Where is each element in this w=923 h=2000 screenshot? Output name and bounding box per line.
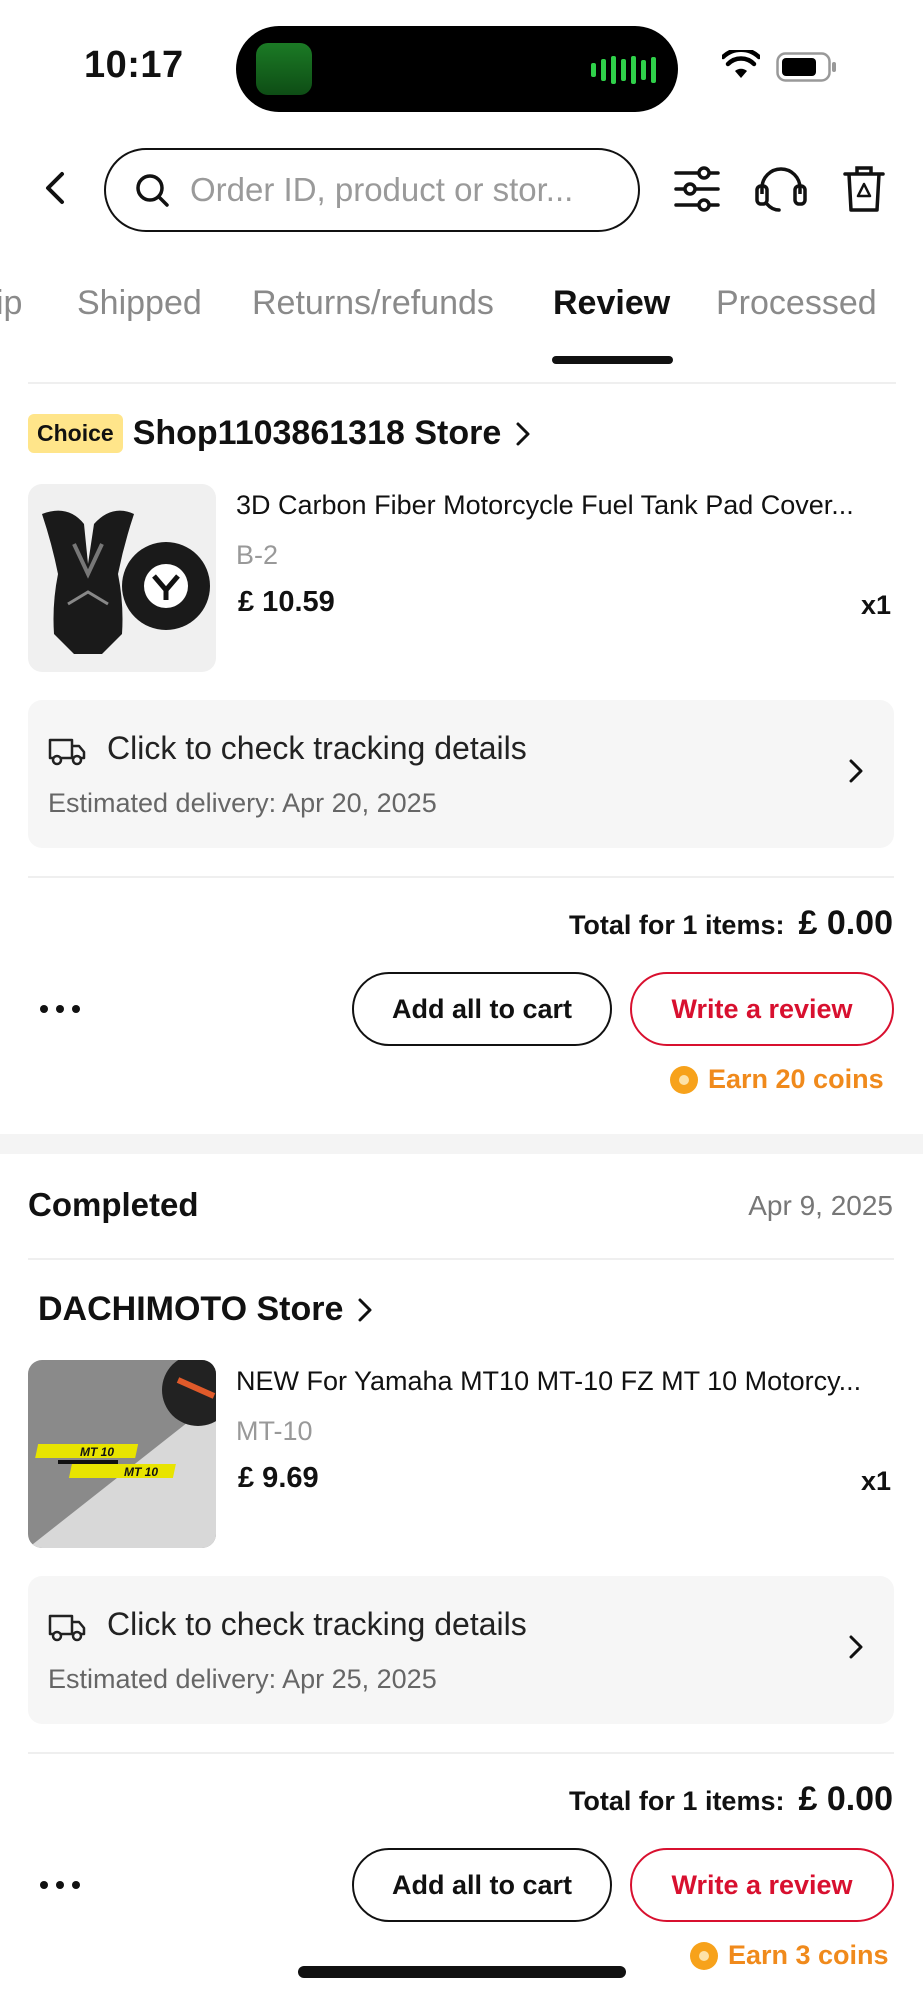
back-arrow-icon[interactable] bbox=[38, 168, 74, 208]
audio-bars-icon bbox=[591, 56, 656, 84]
filter-icon[interactable] bbox=[672, 164, 722, 214]
divider bbox=[28, 1752, 894, 1754]
tracking-title: Click to check tracking details bbox=[107, 1606, 527, 1642]
wifi-icon bbox=[722, 50, 760, 78]
customer-support-icon[interactable] bbox=[754, 164, 808, 214]
mt10-decal-image: MT 10 MT 10 bbox=[28, 1360, 216, 1548]
dynamic-island bbox=[236, 26, 678, 112]
divider bbox=[28, 876, 894, 878]
truck-icon bbox=[48, 1614, 86, 1642]
order-status: Completed bbox=[28, 1186, 199, 1223]
chevron-right-icon bbox=[849, 1635, 863, 1659]
order-status-tabs: ip Shipped Returns/refunds Review Proces… bbox=[0, 280, 923, 380]
tab-returns-refunds[interactable]: Returns/refunds bbox=[252, 284, 494, 323]
product-image[interactable]: MT 10 MT 10 bbox=[28, 1360, 216, 1548]
trash-icon[interactable] bbox=[842, 164, 886, 214]
more-options-icon[interactable] bbox=[38, 1876, 82, 1894]
tracking-details-card[interactable]: Click to check tracking details Estimate… bbox=[28, 700, 894, 848]
live-activity-thumbnail bbox=[256, 43, 312, 95]
divider bbox=[28, 1258, 894, 1260]
decal-text: MT 10 bbox=[80, 1445, 114, 1459]
add-all-to-cart-button[interactable]: Add all to cart bbox=[352, 972, 612, 1046]
add-all-to-cart-button[interactable]: Add all to cart bbox=[352, 1848, 612, 1922]
total-label: Total for 1 items: bbox=[568, 1786, 785, 1816]
order-total: Total for 1 items: £ 0.00 bbox=[569, 904, 893, 943]
store-name: Shop1103861318 Store bbox=[132, 414, 502, 452]
tab-shipped[interactable]: Shipped bbox=[77, 284, 202, 323]
chevron-right-icon bbox=[516, 422, 530, 445]
coin-icon bbox=[670, 1065, 698, 1094]
product-variant: MT-10 bbox=[236, 1416, 313, 1446]
coins-reward: Earn 20 coins bbox=[670, 1064, 884, 1095]
write-review-button[interactable]: Write a review bbox=[630, 972, 894, 1046]
product-variant: B-2 bbox=[236, 540, 279, 570]
product-price: £ 10.59 bbox=[238, 586, 335, 618]
order-total: Total for 1 items: £ 0.00 bbox=[569, 1780, 893, 1819]
product-price: £ 9.69 bbox=[238, 1462, 319, 1494]
more-options-icon[interactable] bbox=[38, 1000, 82, 1018]
tab-processed[interactable]: Processed bbox=[716, 284, 877, 323]
header bbox=[0, 140, 923, 240]
total-value: £ 0.00 bbox=[798, 904, 893, 942]
decal-text: MT 10 bbox=[124, 1465, 158, 1479]
search-input[interactable] bbox=[190, 166, 620, 214]
total-label: Total for 1 items: bbox=[568, 910, 785, 940]
status-time: 10:17 bbox=[84, 44, 184, 86]
divider bbox=[28, 382, 896, 384]
product-quantity: x1 bbox=[860, 1466, 891, 1496]
order-date: Apr 9, 2025 bbox=[748, 1190, 893, 1221]
tab-review[interactable]: Review bbox=[553, 284, 670, 323]
tab-to-ship[interactable]: ip bbox=[0, 284, 22, 323]
home-indicator bbox=[298, 1966, 626, 1978]
product-title[interactable]: NEW For Yamaha MT10 MT-10 FZ MT 10 Motor… bbox=[236, 1366, 861, 1397]
section-separator bbox=[0, 1134, 923, 1154]
total-value: £ 0.00 bbox=[798, 1780, 893, 1818]
tank-pad-image bbox=[42, 510, 210, 654]
estimated-delivery: Estimated delivery: Apr 20, 2025 bbox=[48, 788, 437, 818]
product-title[interactable]: 3D Carbon Fiber Motorcycle Fuel Tank Pad… bbox=[236, 490, 854, 521]
status-bar: 10:17 bbox=[0, 0, 923, 130]
estimated-delivery: Estimated delivery: Apr 25, 2025 bbox=[48, 1664, 437, 1694]
coins-reward: Earn 3 coins bbox=[690, 1940, 889, 1971]
coin-icon bbox=[690, 1941, 718, 1970]
tracking-details-card[interactable]: Click to check tracking details Estimate… bbox=[28, 1576, 894, 1724]
chevron-right-icon bbox=[849, 759, 863, 783]
tracking-title: Click to check tracking details bbox=[107, 730, 527, 766]
store-link[interactable]: Choice Shop1103861318 Store bbox=[28, 414, 531, 453]
product-image[interactable] bbox=[28, 484, 216, 672]
search-bar[interactable] bbox=[104, 148, 640, 232]
choice-badge: Choice bbox=[28, 414, 123, 453]
search-icon bbox=[136, 174, 169, 207]
coins-label: Earn 20 coins bbox=[708, 1064, 884, 1094]
write-review-button[interactable]: Write a review bbox=[630, 1848, 894, 1922]
store-link[interactable]: DACHIMOTO Store bbox=[38, 1290, 373, 1329]
truck-icon bbox=[48, 738, 86, 766]
product-quantity: x1 bbox=[860, 590, 891, 620]
coins-label: Earn 3 coins bbox=[728, 1940, 889, 1970]
store-name: DACHIMOTO Store bbox=[38, 1290, 344, 1328]
active-tab-indicator bbox=[552, 356, 673, 364]
chevron-right-icon bbox=[358, 1298, 372, 1321]
battery-icon bbox=[776, 52, 836, 82]
